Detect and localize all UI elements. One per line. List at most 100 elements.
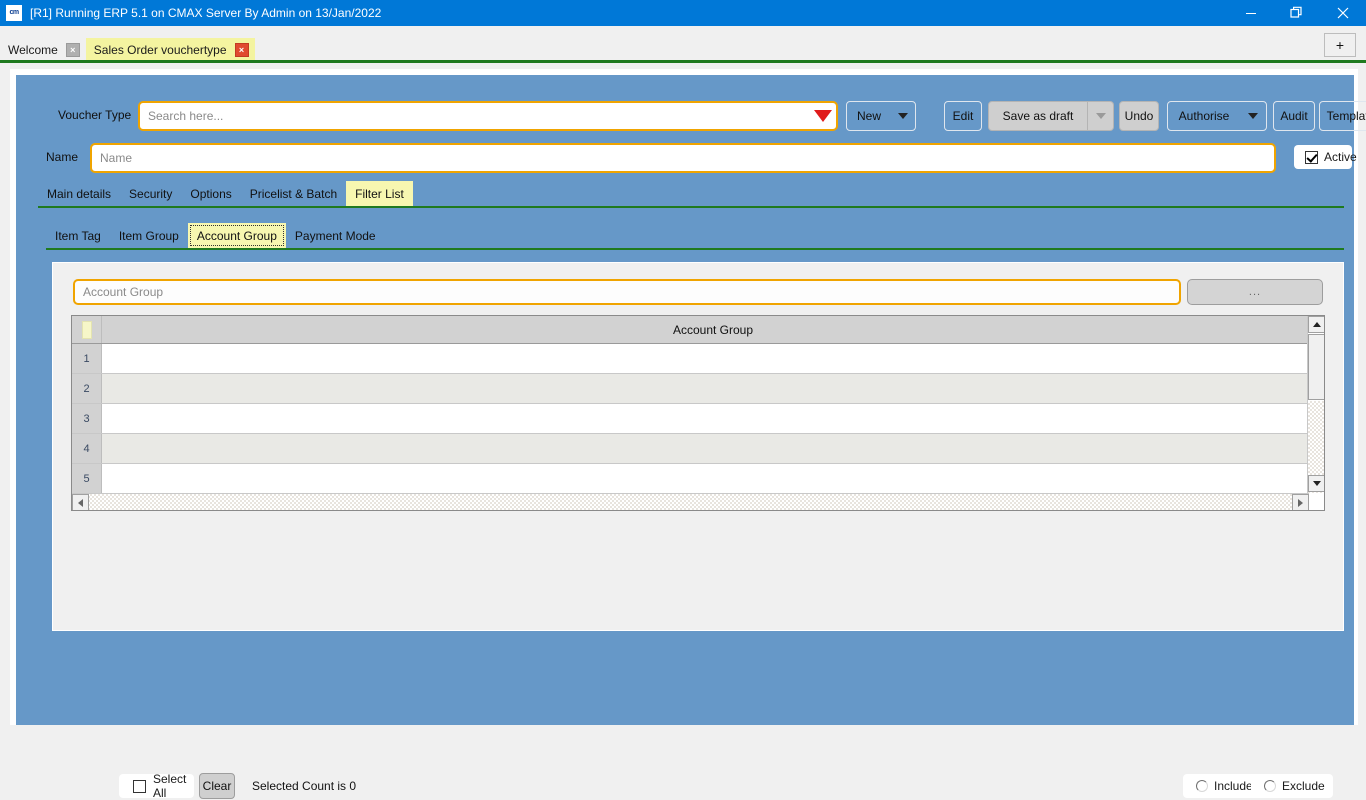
active-checkbox[interactable]: Active [1294, 145, 1357, 169]
name-input[interactable] [92, 151, 1274, 165]
row-cell-account-group[interactable] [102, 434, 1324, 463]
minimize-icon [1246, 13, 1256, 14]
restore-button[interactable] [1274, 0, 1320, 26]
select-all-label: Select All [153, 772, 187, 800]
edit-button-label: Edit [952, 109, 974, 123]
document-tab-label: Sales Order vouchertype [93, 43, 227, 57]
audit-button-label: Audit [1280, 109, 1308, 123]
scroll-right-button[interactable] [1292, 494, 1309, 510]
document-tab-welcome[interactable]: Welcome × [0, 38, 86, 62]
close-icon [1337, 7, 1349, 19]
subtab-item-tag[interactable]: Item Tag [46, 223, 110, 248]
checkbox-icon[interactable] [1305, 150, 1318, 164]
tab-filter-list[interactable]: Filter List [346, 181, 413, 206]
account-group-grid: Account Group 1 2 3 4 5 [71, 315, 1325, 511]
grid-select-all-corner[interactable] [72, 316, 102, 343]
template-button[interactable]: Template [1319, 101, 1366, 131]
authorise-button[interactable]: Authorise [1167, 101, 1267, 131]
scroll-left-button[interactable] [72, 494, 89, 510]
voucher-type-form: Voucher Type New Edit Save as draft [10, 69, 1366, 800]
voucher-type-label: Voucher Type [58, 108, 132, 122]
checkbox-icon[interactable] [133, 779, 146, 793]
dropdown-arrow-icon[interactable] [810, 103, 836, 129]
table-row[interactable]: 1 [72, 344, 1324, 374]
tab-label: Filter List [355, 186, 404, 201]
account-group-search-field[interactable] [73, 279, 1181, 305]
exclude-label: Exclude [1282, 779, 1325, 793]
subtab-label: Item Group [118, 228, 179, 243]
row-number[interactable]: 4 [72, 434, 102, 463]
voucher-type-search-input[interactable] [140, 109, 810, 123]
audit-button[interactable]: Audit [1273, 101, 1315, 131]
exclude-radio[interactable]: Exclude [1251, 774, 1333, 798]
voucher-type-search-field[interactable] [138, 101, 838, 131]
restore-icon [1290, 6, 1302, 18]
tab-security[interactable]: Security [120, 181, 181, 206]
table-row[interactable]: 3 [72, 404, 1324, 434]
scroll-up-button[interactable] [1308, 316, 1324, 333]
name-label: Name [46, 150, 79, 164]
row-number[interactable]: 5 [72, 464, 102, 493]
workspace: Voucher Type New Edit Save as draft [0, 63, 1366, 800]
clear-button[interactable]: Clear [199, 773, 235, 799]
window-title-bar: cm [R1] Running ERP 5.1 on CMAX Server B… [0, 0, 1366, 26]
minimize-button[interactable] [1228, 0, 1274, 26]
account-group-search-input[interactable] [75, 285, 1179, 299]
save-as-draft-label: Save as draft [1002, 109, 1074, 123]
undo-button[interactable]: Undo [1119, 101, 1159, 131]
row-number[interactable]: 3 [72, 404, 102, 433]
row-number[interactable]: 1 [72, 344, 102, 373]
select-all-checkbox[interactable]: Select All [119, 772, 194, 800]
tab-label: Main details [47, 186, 112, 201]
new-button-label: New [857, 109, 882, 123]
close-button[interactable] [1320, 0, 1366, 26]
new-button[interactable]: New [846, 101, 916, 131]
edit-button[interactable]: Edit [944, 101, 982, 131]
grid-vertical-scrollbar[interactable] [1307, 316, 1324, 510]
tab-label: Options [190, 186, 232, 201]
row-number[interactable]: 2 [72, 374, 102, 403]
chevron-down-icon[interactable] [891, 113, 915, 119]
browse-button[interactable]: ... [1187, 279, 1323, 305]
subtab-payment-mode[interactable]: Payment Mode [286, 223, 385, 248]
document-tab-strip: Welcome × Sales Order vouchertype × + [0, 26, 1366, 63]
row-cell-account-group[interactable] [102, 404, 1324, 433]
table-row[interactable]: 2 [72, 374, 1324, 404]
document-tab-sales-order-vouchertype[interactable]: Sales Order vouchertype × [85, 38, 255, 62]
save-as-draft-dropdown[interactable] [1088, 101, 1114, 131]
account-group-filter-panel: ... Account Group 1 2 3 [52, 262, 1344, 800]
grid-horizontal-scrollbar[interactable] [72, 493, 1309, 510]
chevron-down-icon[interactable] [1240, 113, 1266, 119]
subtab-label: Payment Mode [294, 228, 376, 243]
grid-column-header-account-group[interactable]: Account Group [102, 316, 1324, 343]
subtab-account-group[interactable]: Account Group [187, 223, 286, 248]
main-tab-bar: Main details Security Options Pricelist … [38, 181, 1344, 208]
scroll-down-button[interactable] [1308, 475, 1324, 492]
new-tab-button[interactable]: + [1324, 33, 1356, 57]
app-icon: cm [6, 5, 22, 21]
row-cell-account-group[interactable] [102, 374, 1324, 403]
selected-count-label: Selected Count is 0 [252, 779, 357, 793]
template-button-label: Template [1326, 109, 1366, 123]
close-icon[interactable]: × [65, 43, 80, 57]
name-field[interactable] [90, 143, 1276, 173]
radio-icon[interactable] [1196, 780, 1208, 792]
name-row: Name Active [38, 143, 1357, 175]
active-checkbox-label: Active [1324, 150, 1357, 164]
grid-header-row: Account Group [72, 316, 1324, 344]
table-row[interactable]: 5 [72, 464, 1324, 494]
sub-tab-bar: Item Tag Item Group Account Group Paymen… [46, 223, 1344, 250]
subtab-item-group[interactable]: Item Group [110, 223, 188, 248]
tab-pricelist-and-batch[interactable]: Pricelist & Batch [241, 181, 346, 206]
close-icon[interactable]: × [234, 43, 249, 57]
save-as-draft-button[interactable]: Save as draft [988, 101, 1088, 131]
include-radio[interactable]: Include [1183, 774, 1261, 798]
document-tab-label: Welcome [8, 43, 58, 57]
vertical-scroll-thumb[interactable] [1308, 334, 1324, 400]
tab-main-details[interactable]: Main details [38, 181, 120, 206]
tab-options[interactable]: Options [181, 181, 240, 206]
radio-icon[interactable] [1264, 780, 1276, 792]
table-row[interactable]: 4 [72, 434, 1324, 464]
row-cell-account-group[interactable] [102, 464, 1324, 493]
row-cell-account-group[interactable] [102, 344, 1324, 373]
